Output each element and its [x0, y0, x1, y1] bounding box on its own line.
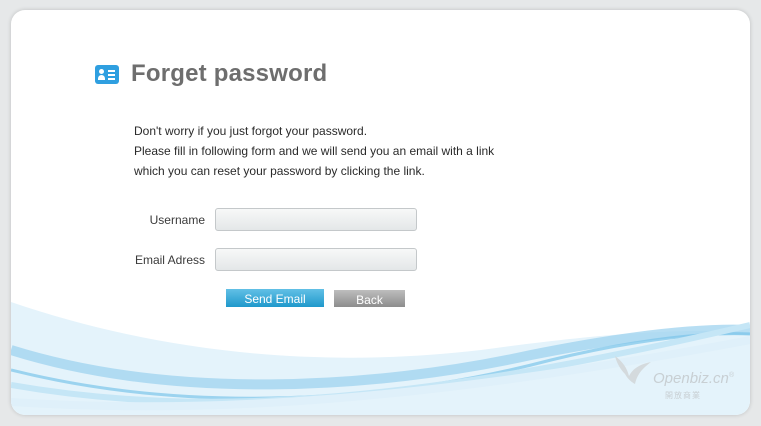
forget-password-panel: Forget password Don't worry if you just … — [11, 10, 750, 415]
page-header: Forget password — [95, 58, 327, 90]
username-row: Username — [11, 208, 417, 231]
username-label: Username — [149, 212, 205, 227]
send-email-button[interactable]: Send Email — [226, 289, 324, 307]
user-card-icon — [95, 64, 119, 84]
instruction-line: which you can reset your password by cli… — [134, 164, 425, 178]
instruction-line: Don't worry if you just forgot your pass… — [134, 124, 368, 138]
page-title: Forget password — [131, 60, 328, 87]
brand-name: Openbiz.cn® — [653, 370, 735, 387]
instructions: Don't worry if you just forgot your pass… — [134, 121, 494, 181]
instruction-line: Please fill in following form and we wil… — [134, 144, 495, 158]
back-button[interactable]: Back — [334, 290, 405, 307]
email-row: Email Adress — [11, 248, 417, 271]
username-input[interactable] — [215, 208, 417, 231]
brand-chinese: 開放商業 — [665, 391, 701, 400]
email-label: Email Adress — [134, 252, 205, 267]
bird-logo-icon — [615, 356, 651, 384]
email-input[interactable] — [215, 248, 417, 271]
brand-logo: Openbiz.cn® 開放商業 — [611, 348, 741, 404]
